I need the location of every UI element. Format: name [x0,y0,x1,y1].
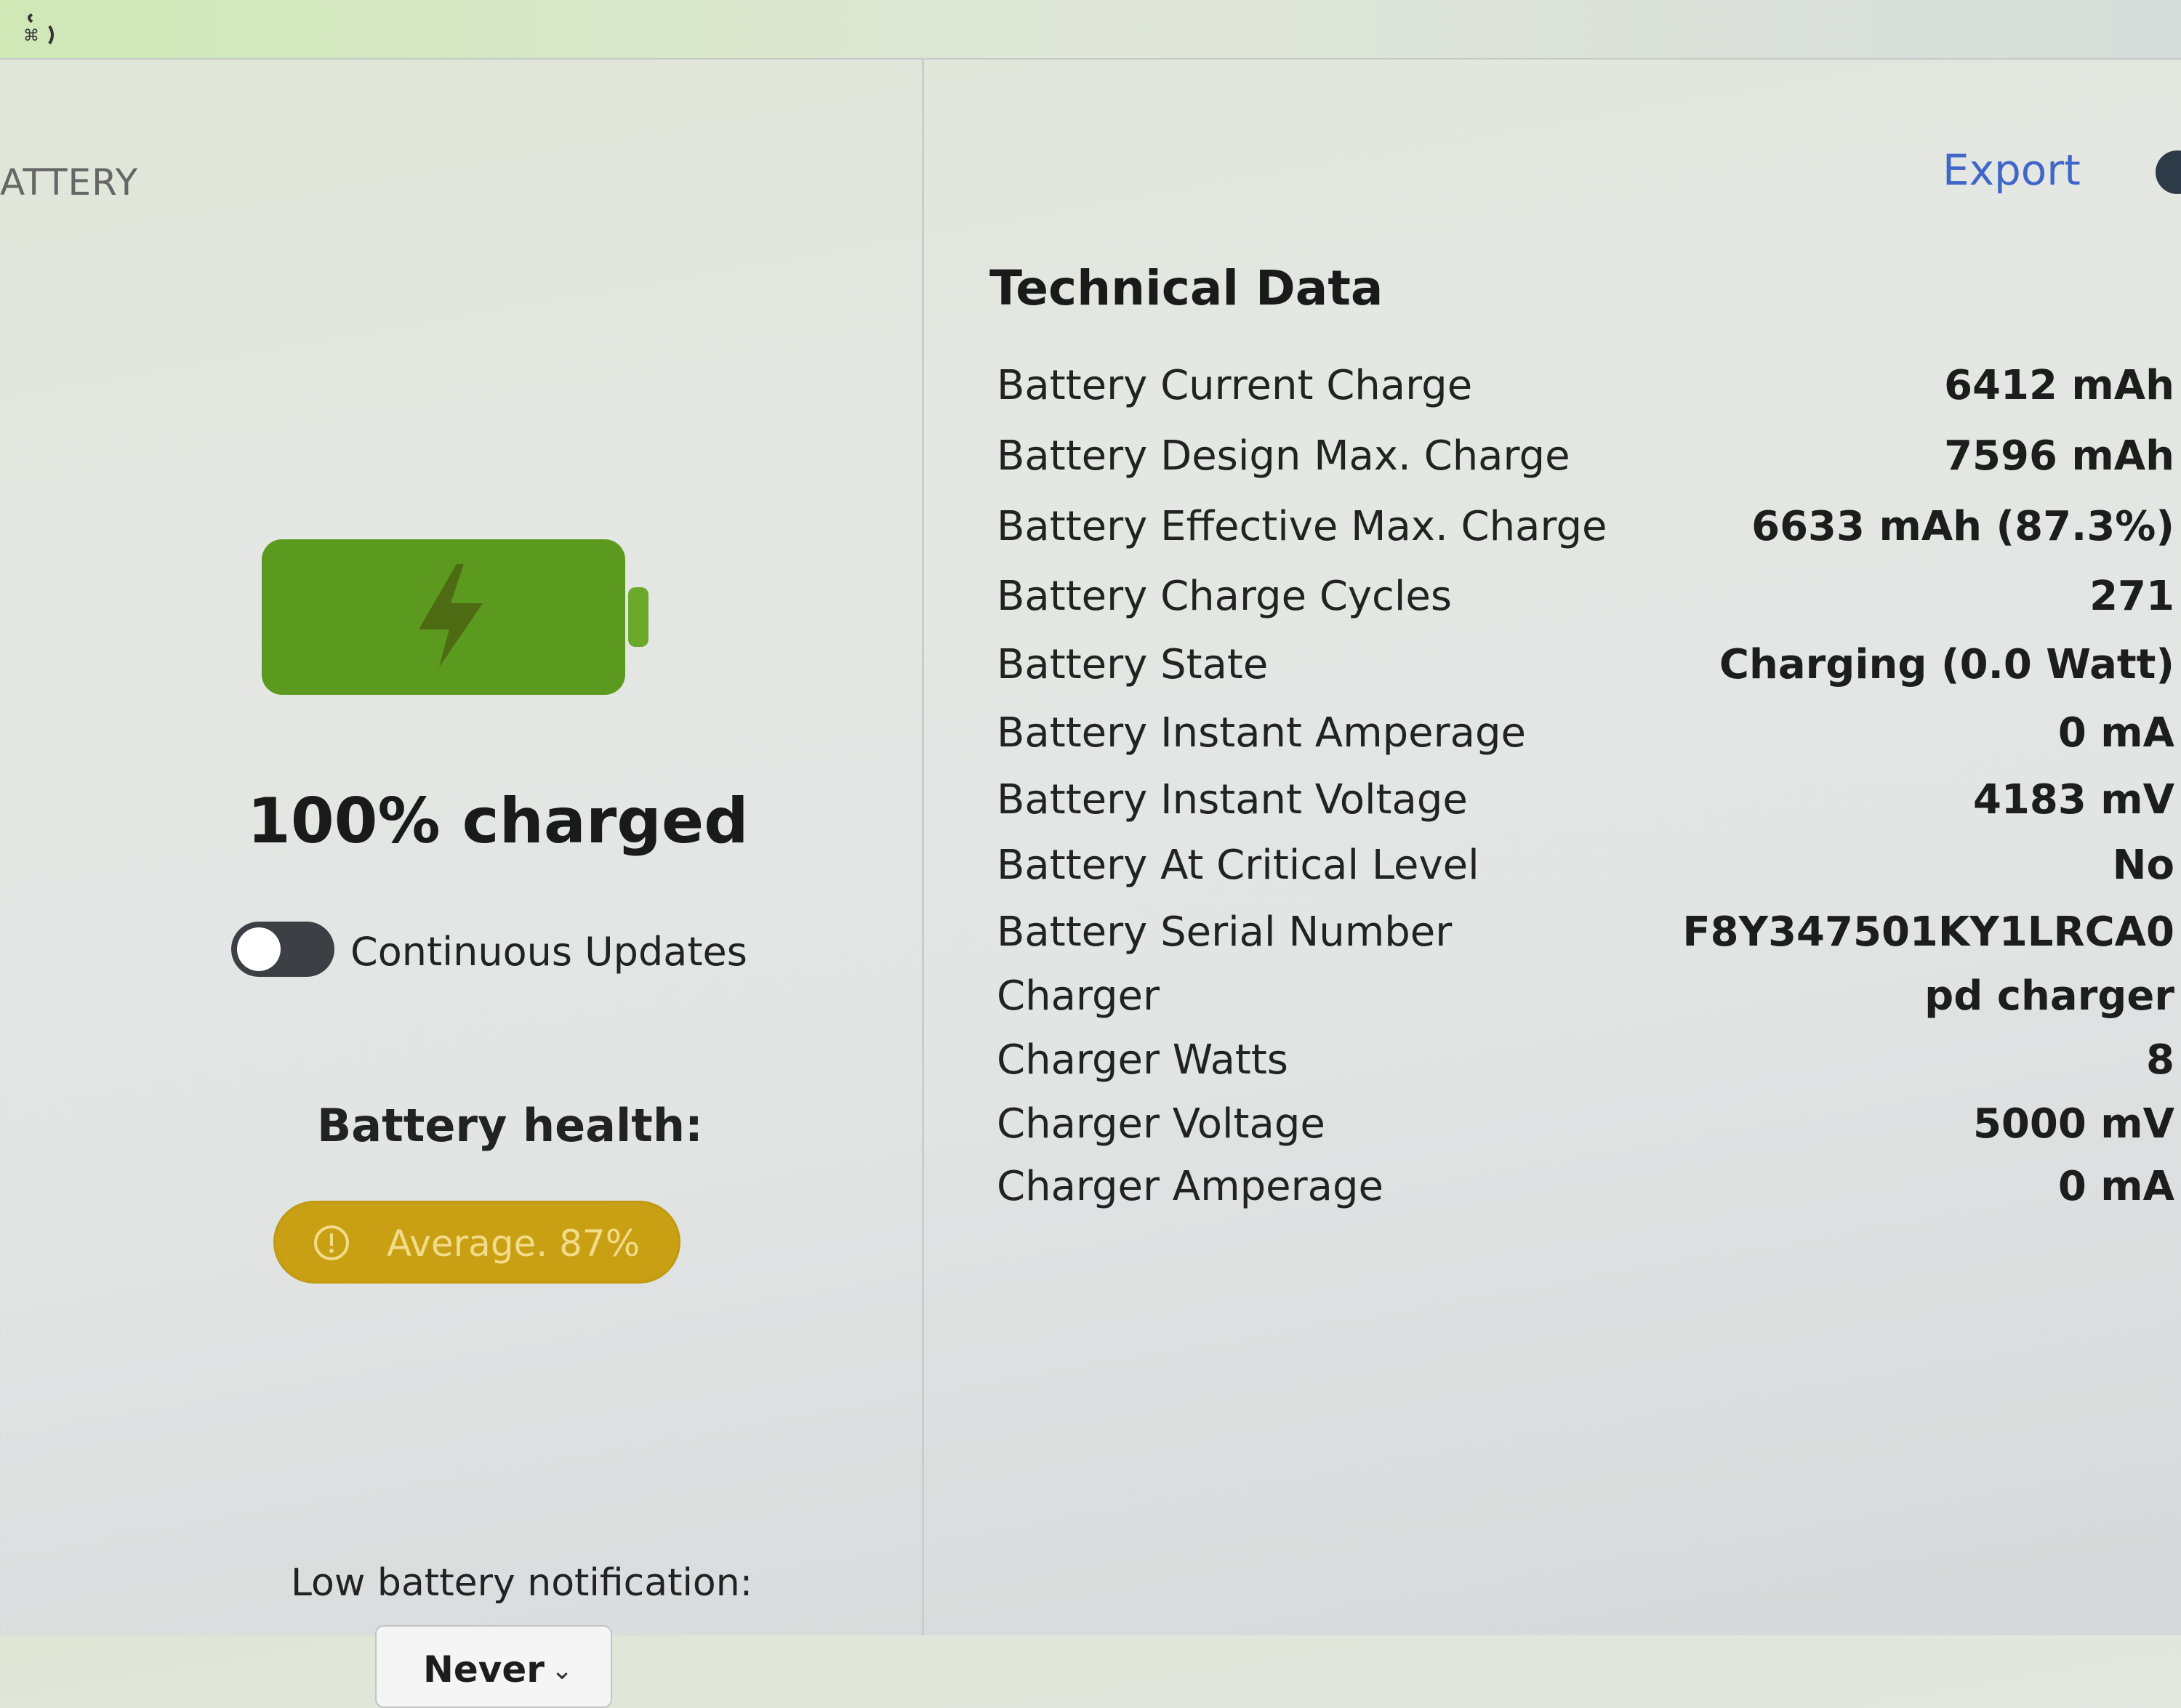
warning-circle-icon [314,1225,349,1260]
row-value: pd charger [1924,972,2174,1020]
row-label: Battery Effective Max. Charge [997,503,1607,550]
row-label: Battery At Critical Level [997,842,1479,889]
technical-data-pane: Technical Data Battery Current Charge 64… [924,58,2181,1635]
battery-health-label: Battery health: [317,1099,703,1152]
row-label: Battery Design Max. Charge [997,432,1570,480]
row-label: Battery State [997,641,1269,688]
table-row: Battery Serial Number F8Y347501KY1LRCA0 [997,909,2174,967]
row-label: Charger Voltage [997,1100,1325,1148]
table-row: Battery At Critical Level No [997,842,2174,900]
top-bar: ⌘ [0,0,2181,60]
row-value: 5000 mV [1972,1100,2174,1148]
row-value: 6633 mAh (87.3%) [1751,503,2174,550]
low-battery-notification-label: Low battery notification: [291,1561,753,1605]
row-label: Charger Amperage [997,1163,1383,1210]
table-row: Battery Charge Cycles 271 [997,573,2174,631]
charge-percent-text: 100% charged [247,785,749,858]
row-value: F8Y347501KY1LRCA0 [1682,909,2174,956]
table-row: Charger Amperage 0 mA [997,1163,2174,1221]
row-label: Battery Current Charge [997,362,1473,409]
row-label: Battery Serial Number [997,909,1453,956]
app-menu-icon[interactable]: ⌘ [13,7,57,51]
continuous-updates-label: Continuous Updates [350,929,747,975]
continuous-updates-toggle[interactable] [231,922,334,977]
row-label: Battery Instant Amperage [997,709,1526,757]
table-row: Charger Watts 8 [997,1036,2174,1095]
row-label: Battery Instant Voltage [997,776,1468,823]
table-row: Battery State Charging (0.0 Watt) [997,641,2174,699]
table-row: Battery Effective Max. Charge 6633 mAh (… [997,503,2174,561]
row-label: Battery Charge Cycles [997,573,1453,620]
row-value: 8 [2146,1036,2174,1084]
table-row: Battery Instant Voltage 4183 mV [997,776,2174,834]
battery-summary-pane: 100% charged Continuous Updates Battery … [0,58,922,1708]
toggle-knob [237,927,281,971]
row-value: 0 mA [2057,709,2174,757]
battery-health-badge: Average. 87% [273,1201,680,1284]
row-value: 6412 mAh [1944,362,2174,409]
low-battery-notification-select[interactable]: Never ⌄ [375,1625,612,1708]
table-row: Battery Current Charge 6412 mAh [997,362,2174,420]
row-value: 0 mA [2057,1163,2174,1210]
row-value: 271 [2089,573,2174,620]
row-value: 4183 mV [1972,776,2174,823]
row-value: No [2112,842,2174,889]
technical-data-title: Technical Data [989,260,1383,316]
battery-terminal [628,587,648,647]
battery-icon [262,539,648,695]
battery-health-value: Average. 87% [387,1222,640,1265]
chevron-down-icon: ⌄ [551,1656,574,1685]
table-row: Battery Design Max. Charge 7596 mAh [997,432,2174,491]
select-value: Never [423,1648,545,1691]
row-value: Charging (0.0 Watt) [1719,641,2174,688]
table-row: Battery Instant Amperage 0 mA [997,709,2174,768]
row-label: Charger Watts [997,1036,1288,1084]
table-row: Charger pd charger [997,972,2174,1031]
svg-text:⌘: ⌘ [23,27,39,45]
row-value: 7596 mAh [1944,432,2174,480]
table-row: Charger Voltage 5000 mV [997,1100,2174,1159]
row-label: Charger [997,972,1160,1020]
